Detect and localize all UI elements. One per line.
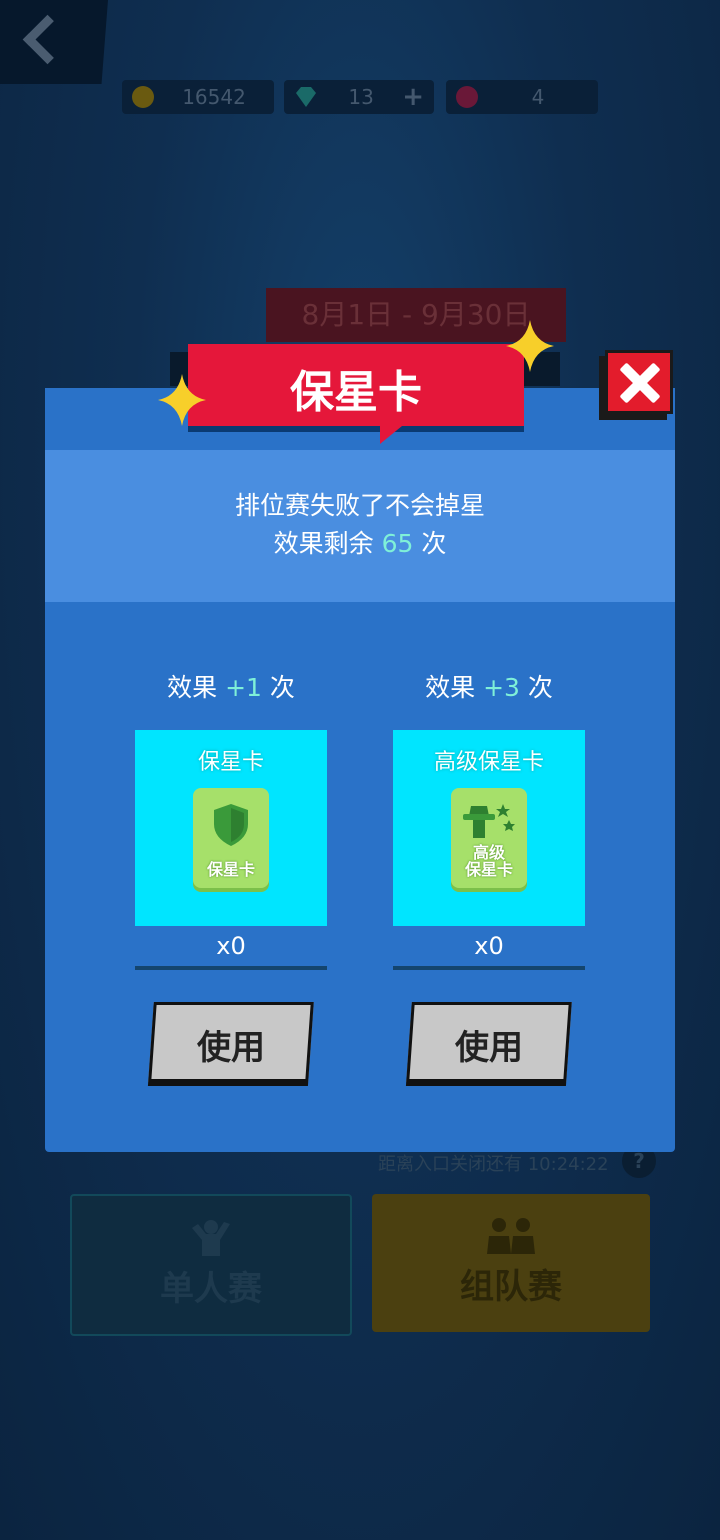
single-match-button[interactable]: 单人赛 xyxy=(70,1194,352,1336)
remaining-effect-line: 效果剩余 65 次 xyxy=(45,524,675,560)
card-icon-label: 高级 保星卡 xyxy=(451,844,527,878)
dialog-title: 保星卡 xyxy=(290,367,422,418)
close-button[interactable] xyxy=(605,350,673,414)
advanced-star-protect-card[interactable]: 高级保星卡 高级 保星卡 xyxy=(393,730,585,926)
star-protect-card[interactable]: 保星卡 保星卡 xyxy=(135,730,327,926)
effect-prefix: 效果 xyxy=(167,673,218,702)
use-button-label: 使用 xyxy=(455,1028,523,1068)
dialog-description: 排位赛失败了不会掉星 xyxy=(234,491,485,520)
ticket-counter: 4 xyxy=(446,80,598,114)
team-players-icon xyxy=(487,1218,535,1254)
ticket-icon xyxy=(456,86,478,108)
gold-value: 16542 xyxy=(182,85,246,109)
item-effect-label: 效果 +3 次 xyxy=(393,668,585,704)
effect-value: +1 xyxy=(225,673,262,702)
diamond-counter: 13 + xyxy=(284,80,434,114)
sparkle-icon xyxy=(158,374,206,426)
item-effect-label: 效果 +1 次 xyxy=(135,668,327,704)
use-button[interactable]: 使用 xyxy=(406,1002,572,1082)
add-diamond-button[interactable]: + xyxy=(402,82,424,112)
card-title: 高级保星卡 xyxy=(433,750,544,775)
shield-card-icon: 保星卡 xyxy=(193,788,269,888)
shield-icon xyxy=(214,804,248,846)
card-icon-label-line2: 保星卡 xyxy=(464,860,513,879)
back-button[interactable] xyxy=(0,0,108,84)
dialog-info-band: 排位赛失败了不会掉星 效果剩余 65 次 xyxy=(45,450,675,602)
item-count: x0 xyxy=(393,926,585,970)
ribbon-tail xyxy=(380,426,402,444)
remaining-prefix: 效果剩余 xyxy=(273,529,374,558)
ticket-value: 4 xyxy=(531,85,545,109)
effect-suffix: 次 xyxy=(527,673,553,702)
entry-countdown: 距离入口关闭还有 10:24:22 xyxy=(378,1154,609,1175)
dialog-title-ribbon: 保星卡 xyxy=(188,344,524,444)
use-button[interactable]: 使用 xyxy=(148,1002,314,1082)
item-count: x0 xyxy=(135,926,327,970)
effect-prefix: 效果 xyxy=(425,673,476,702)
remaining-suffix: 次 xyxy=(421,529,447,558)
team-match-button[interactable]: 组队赛 xyxy=(372,1194,650,1332)
team-match-label: 组队赛 xyxy=(460,1267,562,1307)
crest-star-icon xyxy=(463,804,515,838)
card-icon-label-line1: 高级 xyxy=(472,843,505,862)
diamond-value: 13 xyxy=(348,85,374,109)
effect-value: +3 xyxy=(483,673,520,702)
chevron-left-icon xyxy=(22,14,73,65)
diamond-icon xyxy=(296,87,316,107)
gold-counter: 16542 xyxy=(122,80,274,114)
card-icon-label: 保星卡 xyxy=(206,860,255,879)
use-button-label: 使用 xyxy=(197,1028,265,1068)
single-match-label: 单人赛 xyxy=(160,1269,262,1309)
card-title: 保星卡 xyxy=(197,750,264,775)
gold-coin-icon xyxy=(132,86,154,108)
single-player-icon xyxy=(192,1220,230,1256)
effect-suffix: 次 xyxy=(269,673,295,702)
remaining-count: 65 xyxy=(381,529,414,558)
advanced-shield-card-icon: 高级 保星卡 xyxy=(451,788,527,888)
sparkle-icon xyxy=(506,320,554,372)
